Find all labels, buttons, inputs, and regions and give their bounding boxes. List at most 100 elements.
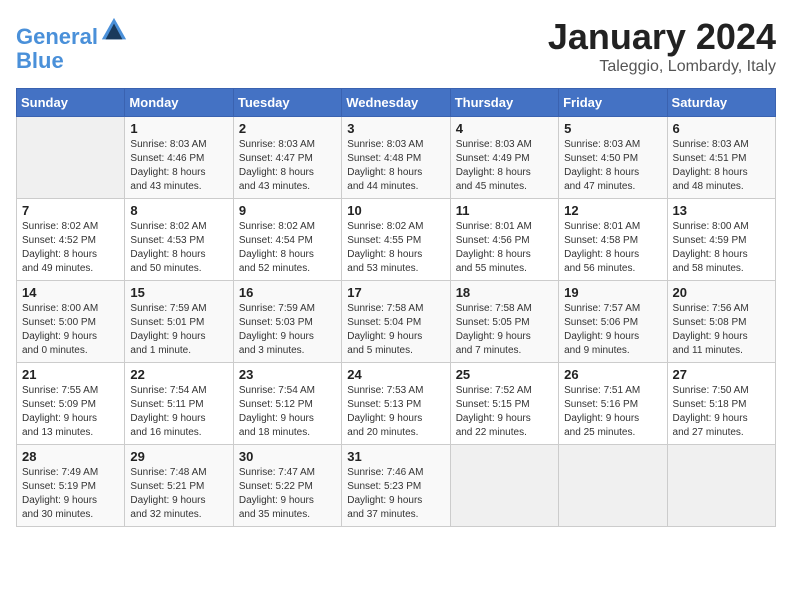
- day-cell: 2Sunrise: 8:03 AM Sunset: 4:47 PM Daylig…: [233, 117, 341, 199]
- column-header-wednesday: Wednesday: [342, 89, 450, 117]
- day-cell: 4Sunrise: 8:03 AM Sunset: 4:49 PM Daylig…: [450, 117, 558, 199]
- day-cell: 14 Sunrise: 8:00 AM Sunset: 5:00 PM Dayli…: [17, 281, 125, 363]
- day-cell: 18 Sunrise: 7:58 AM Sunset: 5:05 PM Dayli…: [450, 281, 558, 363]
- day-info: Sunrise: 8:02 AM Sunset: 4:55 PM Dayligh…: [347, 220, 444, 276]
- day-number: 13: [673, 203, 770, 218]
- day-number: 19: [564, 285, 661, 300]
- day-info: Sunrise: 7:58 AM Sunset: 5:05 PM Dayligh…: [456, 302, 553, 358]
- day-number: 26: [564, 367, 661, 382]
- day-cell: 5 Sunrise: 8:03 AM Sunset: 4:50 PM Daylig…: [559, 117, 667, 199]
- day-info: Sunrise: 7:54 AM Sunset: 5:12 PM Dayligh…: [239, 384, 336, 440]
- day-info: Sunrise: 7:58 AM Sunset: 5:04 PM Dayligh…: [347, 302, 444, 358]
- day-cell: [667, 445, 775, 527]
- day-info: Sunrise: 7:56 AM Sunset: 5:08 PM Dayligh…: [673, 302, 770, 358]
- logo-icon: [100, 16, 128, 44]
- logo: General Blue: [16, 16, 128, 73]
- day-info: Sunrise: 8:03 AM Sunset: 4:48 PM Dayligh…: [347, 138, 444, 194]
- day-number: 1: [130, 121, 227, 136]
- day-cell: 23Sunrise: 7:54 AM Sunset: 5:12 PM Dayli…: [233, 363, 341, 445]
- column-header-sunday: Sunday: [17, 89, 125, 117]
- day-number: 14: [22, 285, 119, 300]
- day-info: Sunrise: 7:46 AM Sunset: 5:23 PM Dayligh…: [347, 466, 444, 522]
- week-row-3: 14 Sunrise: 8:00 AM Sunset: 5:00 PM Dayli…: [17, 281, 776, 363]
- day-cell: [450, 445, 558, 527]
- column-header-monday: Monday: [125, 89, 233, 117]
- day-cell: 9 Sunrise: 8:02 AM Sunset: 4:54 PM Daylig…: [233, 199, 341, 281]
- day-info: Sunrise: 8:03 AM Sunset: 4:46 PM Dayligh…: [130, 138, 227, 194]
- day-cell: 22 Sunrise: 7:54 AM Sunset: 5:11 PM Dayli…: [125, 363, 233, 445]
- day-cell: 13 Sunrise: 8:00 AM Sunset: 4:59 PM Dayli…: [667, 199, 775, 281]
- day-info: Sunrise: 8:02 AM Sunset: 4:52 PM Dayligh…: [22, 220, 119, 276]
- day-number: 12: [564, 203, 661, 218]
- week-row-5: 28 Sunrise: 7:49 AM Sunset: 5:19 PM Dayli…: [17, 445, 776, 527]
- day-cell: 20 Sunrise: 7:56 AM Sunset: 5:08 PM Dayli…: [667, 281, 775, 363]
- day-cell: 15Sunrise: 7:59 AM Sunset: 5:01 PM Dayli…: [125, 281, 233, 363]
- day-number: 22: [130, 367, 227, 382]
- day-info: Sunrise: 7:57 AM Sunset: 5:06 PM Dayligh…: [564, 302, 661, 358]
- column-header-friday: Friday: [559, 89, 667, 117]
- day-info: Sunrise: 8:01 AM Sunset: 4:56 PM Dayligh…: [456, 220, 553, 276]
- day-info: Sunrise: 7:52 AM Sunset: 5:15 PM Dayligh…: [456, 384, 553, 440]
- day-info: Sunrise: 7:53 AM Sunset: 5:13 PM Dayligh…: [347, 384, 444, 440]
- day-number: 6: [673, 121, 770, 136]
- day-info: Sunrise: 8:03 AM Sunset: 4:49 PM Dayligh…: [456, 138, 553, 194]
- day-cell: 16 Sunrise: 7:59 AM Sunset: 5:03 PM Dayli…: [233, 281, 341, 363]
- day-cell: 21 Sunrise: 7:55 AM Sunset: 5:09 PM Dayli…: [17, 363, 125, 445]
- day-number: 27: [673, 367, 770, 382]
- day-number: 9: [239, 203, 336, 218]
- header-row: SundayMondayTuesdayWednesdayThursdayFrid…: [17, 89, 776, 117]
- day-info: Sunrise: 7:50 AM Sunset: 5:18 PM Dayligh…: [673, 384, 770, 440]
- column-header-thursday: Thursday: [450, 89, 558, 117]
- day-number: 2: [239, 121, 336, 136]
- day-cell: 12Sunrise: 8:01 AM Sunset: 4:58 PM Dayli…: [559, 199, 667, 281]
- day-info: Sunrise: 7:51 AM Sunset: 5:16 PM Dayligh…: [564, 384, 661, 440]
- day-info: Sunrise: 8:00 AM Sunset: 5:00 PM Dayligh…: [22, 302, 119, 358]
- day-info: Sunrise: 7:49 AM Sunset: 5:19 PM Dayligh…: [22, 466, 119, 522]
- day-info: Sunrise: 7:48 AM Sunset: 5:21 PM Dayligh…: [130, 466, 227, 522]
- day-info: Sunrise: 8:02 AM Sunset: 4:53 PM Dayligh…: [130, 220, 227, 276]
- day-number: 21: [22, 367, 119, 382]
- day-info: Sunrise: 7:54 AM Sunset: 5:11 PM Dayligh…: [130, 384, 227, 440]
- calendar-subtitle: Taleggio, Lombardy, Italy: [548, 58, 776, 76]
- day-number: 24: [347, 367, 444, 382]
- day-info: Sunrise: 7:47 AM Sunset: 5:22 PM Dayligh…: [239, 466, 336, 522]
- day-number: 30: [239, 449, 336, 464]
- day-cell: 30 Sunrise: 7:47 AM Sunset: 5:22 PM Dayli…: [233, 445, 341, 527]
- day-number: 20: [673, 285, 770, 300]
- day-cell: 6Sunrise: 8:03 AM Sunset: 4:51 PM Daylig…: [667, 117, 775, 199]
- calendar-table: SundayMondayTuesdayWednesdayThursdayFrid…: [16, 88, 776, 527]
- day-cell: 25Sunrise: 7:52 AM Sunset: 5:15 PM Dayli…: [450, 363, 558, 445]
- day-number: 16: [239, 285, 336, 300]
- day-cell: 24 Sunrise: 7:53 AM Sunset: 5:13 PM Dayli…: [342, 363, 450, 445]
- day-info: Sunrise: 7:55 AM Sunset: 5:09 PM Dayligh…: [22, 384, 119, 440]
- day-number: 18: [456, 285, 553, 300]
- day-cell: [559, 445, 667, 527]
- day-cell: 28 Sunrise: 7:49 AM Sunset: 5:19 PM Dayli…: [17, 445, 125, 527]
- day-info: Sunrise: 8:00 AM Sunset: 4:59 PM Dayligh…: [673, 220, 770, 276]
- logo-blue: Blue: [16, 49, 128, 73]
- day-cell: 7 Sunrise: 8:02 AM Sunset: 4:52 PM Daylig…: [17, 199, 125, 281]
- day-number: 7: [22, 203, 119, 218]
- day-cell: 27 Sunrise: 7:50 AM Sunset: 5:18 PM Dayli…: [667, 363, 775, 445]
- day-cell: 31 Sunrise: 7:46 AM Sunset: 5:23 PM Dayli…: [342, 445, 450, 527]
- day-cell: 3 Sunrise: 8:03 AM Sunset: 4:48 PM Daylig…: [342, 117, 450, 199]
- day-number: 28: [22, 449, 119, 464]
- day-number: 31: [347, 449, 444, 464]
- day-cell: 19 Sunrise: 7:57 AM Sunset: 5:06 PM Dayli…: [559, 281, 667, 363]
- week-row-1: 1 Sunrise: 8:03 AM Sunset: 4:46 PM Daylig…: [17, 117, 776, 199]
- day-info: Sunrise: 7:59 AM Sunset: 5:01 PM Dayligh…: [130, 302, 227, 358]
- title-block: January 2024 Taleggio, Lombardy, Italy: [548, 16, 776, 76]
- day-number: 29: [130, 449, 227, 464]
- week-row-4: 21 Sunrise: 7:55 AM Sunset: 5:09 PM Dayli…: [17, 363, 776, 445]
- page-header: General Blue January 2024 Taleggio, Lomb…: [16, 16, 776, 76]
- day-info: Sunrise: 8:03 AM Sunset: 4:50 PM Dayligh…: [564, 138, 661, 194]
- day-number: 8: [130, 203, 227, 218]
- day-cell: 29 Sunrise: 7:48 AM Sunset: 5:21 PM Dayli…: [125, 445, 233, 527]
- day-info: Sunrise: 7:59 AM Sunset: 5:03 PM Dayligh…: [239, 302, 336, 358]
- day-number: 5: [564, 121, 661, 136]
- day-number: 3: [347, 121, 444, 136]
- day-info: Sunrise: 8:02 AM Sunset: 4:54 PM Dayligh…: [239, 220, 336, 276]
- column-header-saturday: Saturday: [667, 89, 775, 117]
- day-cell: 1 Sunrise: 8:03 AM Sunset: 4:46 PM Daylig…: [125, 117, 233, 199]
- day-cell: 17Sunrise: 7:58 AM Sunset: 5:04 PM Dayli…: [342, 281, 450, 363]
